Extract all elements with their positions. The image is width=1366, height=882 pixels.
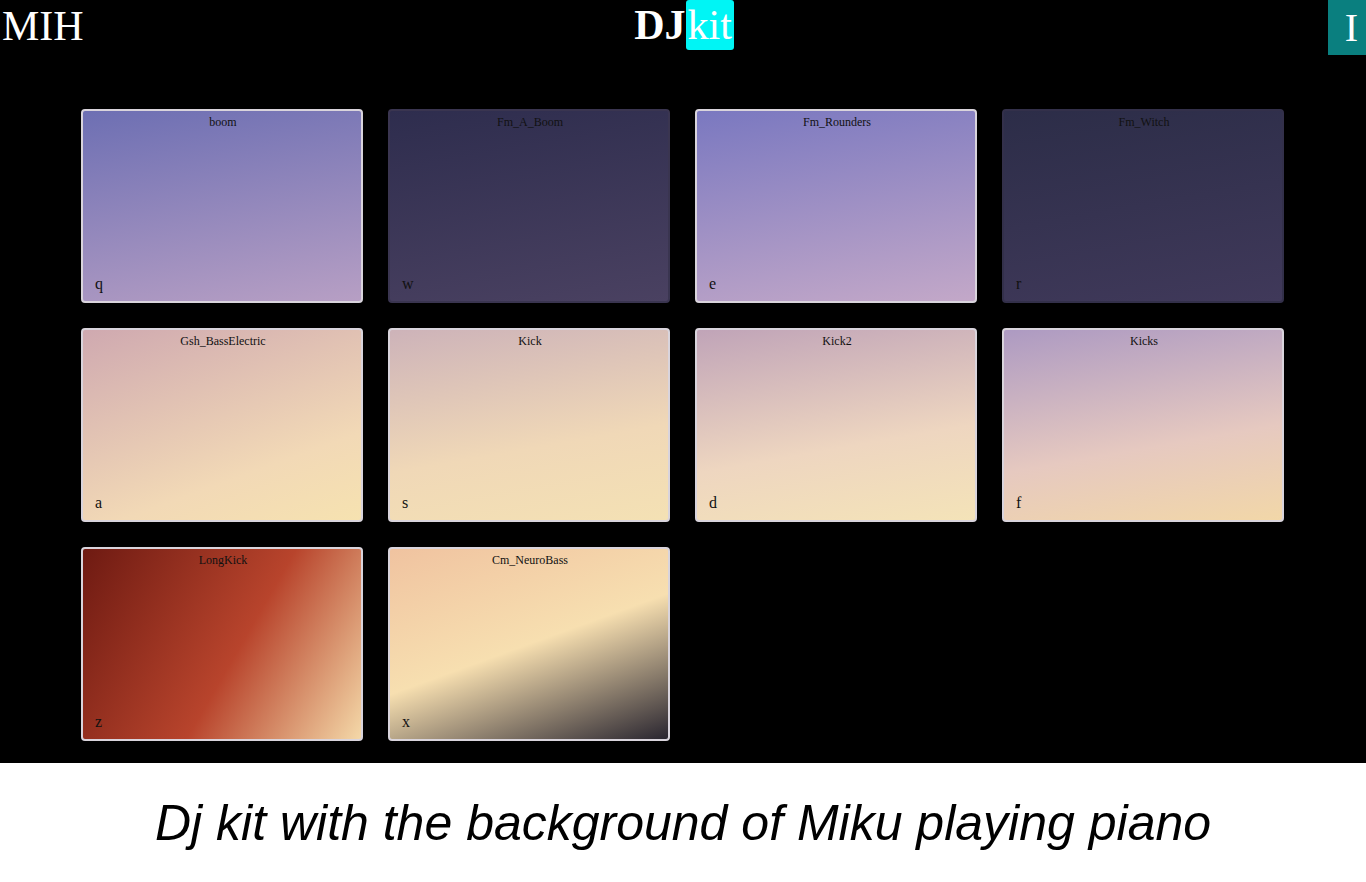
sound-pad[interactable]: Kicks f	[1002, 328, 1284, 522]
pad-name: Fm_A_Boom	[402, 115, 658, 129]
pad-key: q	[95, 275, 103, 293]
pad-name: Gsh_BassElectric	[95, 334, 351, 348]
dj-kit-stage: MIHDJkitIboomqFm_A_BoomwFm_RounderseFm_W…	[0, 0, 1366, 763]
sound-pad[interactable]: Gsh_BassElectrica	[81, 328, 363, 522]
app-title: DJkit	[634, 0, 734, 50]
pad-key: e	[709, 275, 716, 293]
pad-name: Fm_Witch	[1016, 115, 1272, 129]
pad-key: w	[402, 275, 414, 293]
pad-name: Kicks	[1016, 334, 1272, 348]
sound-pad[interactable]: Kick s	[388, 328, 670, 522]
pad-name: Fm_Rounders	[709, 115, 965, 129]
pad-key: z	[95, 713, 102, 731]
sound-pad[interactable]: Cm_NeuroBassx	[388, 547, 670, 741]
pad-key: a	[95, 494, 102, 512]
pad-key: d	[709, 494, 717, 512]
header: MIH DJkit I	[0, 0, 1366, 55]
sound-pad[interactable]: Fm_Rounderse	[695, 109, 977, 303]
page: MIHDJkitIboomqFm_A_BoomwFm_RounderseFm_W…	[0, 0, 1366, 882]
caption-strip: Dj kit with the background of Miku playi…	[0, 763, 1366, 882]
title-highlight: kit	[686, 0, 734, 50]
pad-grid: boomqFm_A_BoomwFm_RounderseFm_WitchrGsh_…	[0, 109, 1366, 741]
pad-key: s	[402, 494, 408, 512]
sound-pad[interactable]: Fm_Witchr	[1002, 109, 1284, 303]
caption: Dj kit with the background of Miku playi…	[155, 794, 1211, 852]
sound-pad[interactable]: LongKick z	[81, 547, 363, 741]
pad-key: x	[402, 713, 410, 731]
pad-key: f	[1016, 494, 1021, 512]
pad-name: Kick	[402, 334, 658, 348]
pad-name: boom	[95, 115, 351, 129]
pad-name: LongKick	[95, 553, 351, 567]
sound-pad[interactable]: Fm_A_Boomw	[388, 109, 670, 303]
sound-pad[interactable]: Kick2 d	[695, 328, 977, 522]
pad-key: r	[1016, 275, 1021, 293]
pad-name: Cm_NeuroBass	[402, 553, 658, 567]
info-button[interactable]: I	[1246, 0, 1366, 55]
mih-label: MIH	[0, 0, 122, 52]
pad-name: Kick2	[709, 334, 965, 348]
title-main: DJ	[634, 0, 685, 50]
sound-pad[interactable]: boom q	[81, 109, 363, 303]
